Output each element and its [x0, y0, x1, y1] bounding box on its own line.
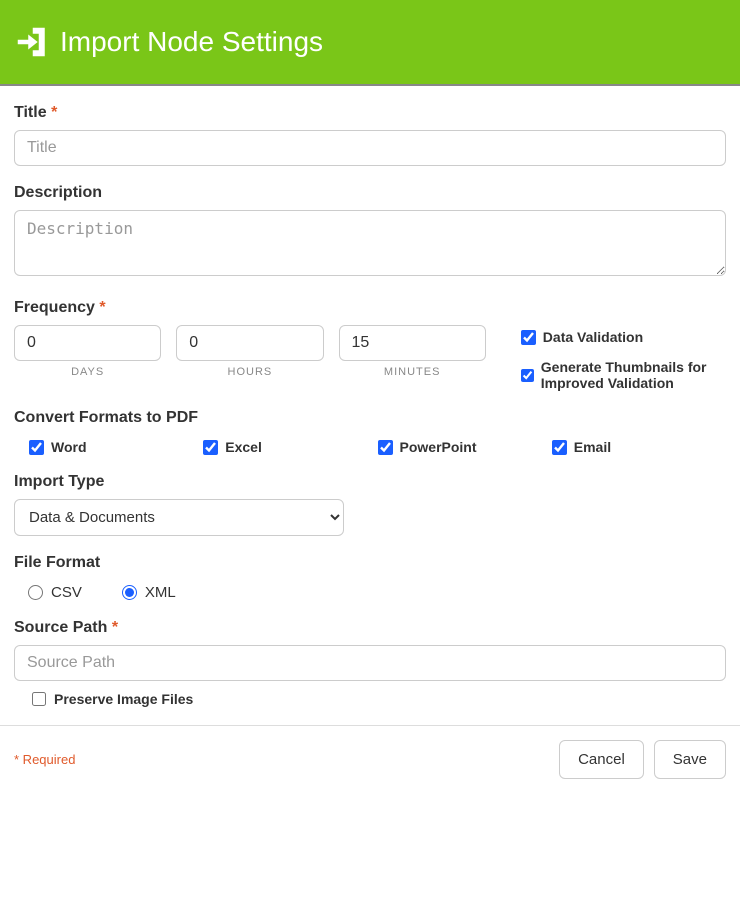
- title-label-text: Title: [14, 104, 47, 121]
- convert-email-checkbox[interactable]: [552, 440, 567, 455]
- title-input[interactable]: [14, 130, 726, 166]
- source-path-label: Source Path *: [14, 619, 726, 637]
- frequency-days-group: DAYS: [14, 325, 161, 378]
- file-format-csv-label: CSV: [51, 584, 82, 601]
- import-type-label: Import Type: [14, 473, 726, 491]
- generate-thumbnails-row: Generate Thumbnails for Improved Validat…: [521, 359, 726, 391]
- convert-excel-label: Excel: [225, 439, 262, 455]
- save-button[interactable]: Save: [654, 740, 726, 779]
- required-note: * Required: [14, 752, 75, 767]
- convert-powerpoint-item: PowerPoint: [378, 439, 552, 455]
- convert-excel-item: Excel: [203, 439, 377, 455]
- convert-label: Convert Formats to PDF: [14, 409, 726, 427]
- description-field: Description: [14, 184, 726, 281]
- frequency-minutes-unit: MINUTES: [384, 366, 441, 378]
- preserve-row: Preserve Image Files: [14, 691, 726, 707]
- required-note-text: Required: [19, 752, 75, 767]
- frequency-label: Frequency *: [14, 299, 726, 317]
- file-format-csv-item: CSV: [28, 584, 82, 601]
- frequency-days-input[interactable]: [14, 325, 161, 361]
- form-body: Title * Description Frequency * DAYS HOU…: [0, 86, 740, 707]
- convert-word-checkbox[interactable]: [29, 440, 44, 455]
- frequency-hours-unit: HOURS: [228, 366, 273, 378]
- data-validation-row: Data Validation: [521, 329, 726, 345]
- convert-row: Word Excel PowerPoint Email: [14, 435, 726, 455]
- preserve-checkbox[interactable]: [32, 692, 46, 706]
- convert-field: Convert Formats to PDF Word Excel PowerP…: [14, 409, 726, 455]
- source-path-label-text: Source Path: [14, 619, 107, 636]
- convert-word-item: Word: [29, 439, 203, 455]
- description-label: Description: [14, 184, 726, 202]
- frequency-minutes-group: MINUTES: [339, 325, 486, 378]
- source-path-input[interactable]: [14, 645, 726, 681]
- dialog-footer: * Required Cancel Save: [0, 725, 740, 793]
- frequency-label-text: Frequency: [14, 299, 95, 316]
- import-icon: [14, 24, 50, 60]
- convert-word-label: Word: [51, 439, 87, 455]
- file-format-csv-radio[interactable]: [28, 585, 43, 600]
- generate-thumbnails-checkbox[interactable]: [521, 368, 534, 383]
- required-mark: *: [112, 619, 118, 636]
- convert-powerpoint-label: PowerPoint: [400, 439, 477, 455]
- convert-email-item: Email: [552, 439, 726, 455]
- data-validation-checkbox[interactable]: [521, 330, 536, 345]
- file-format-field: File Format CSV XML: [14, 554, 726, 601]
- import-type-select[interactable]: Data & Documents: [14, 499, 344, 536]
- description-input[interactable]: [14, 210, 726, 276]
- convert-excel-checkbox[interactable]: [203, 440, 218, 455]
- import-type-field: Import Type Data & Documents: [14, 473, 726, 536]
- frequency-hours-input[interactable]: [176, 325, 323, 361]
- file-format-label: File Format: [14, 554, 726, 572]
- required-mark: *: [99, 299, 105, 316]
- dialog-header: Import Node Settings: [0, 0, 740, 86]
- frequency-checks: Data Validation Generate Thumbnails for …: [521, 325, 726, 391]
- frequency-field: Frequency * DAYS HOURS MINUTES Data Vali…: [14, 299, 726, 391]
- dialog-title: Import Node Settings: [60, 26, 323, 58]
- frequency-row: DAYS HOURS MINUTES Data Validation Gener…: [14, 325, 726, 391]
- cancel-button[interactable]: Cancel: [559, 740, 644, 779]
- data-validation-label: Data Validation: [543, 329, 643, 345]
- title-label: Title *: [14, 104, 726, 122]
- preserve-label: Preserve Image Files: [54, 691, 193, 707]
- title-field: Title *: [14, 104, 726, 166]
- frequency-days-unit: DAYS: [71, 366, 104, 378]
- frequency-minutes-input[interactable]: [339, 325, 486, 361]
- source-path-field: Source Path * Preserve Image Files: [14, 619, 726, 707]
- convert-email-label: Email: [574, 439, 611, 455]
- file-format-row: CSV XML: [14, 580, 726, 601]
- required-mark: *: [51, 104, 57, 121]
- generate-thumbnails-label: Generate Thumbnails for Improved Validat…: [541, 359, 726, 391]
- file-format-xml-item: XML: [122, 584, 176, 601]
- file-format-xml-label: XML: [145, 584, 176, 601]
- file-format-xml-radio[interactable]: [122, 585, 137, 600]
- convert-powerpoint-checkbox[interactable]: [378, 440, 393, 455]
- frequency-hours-group: HOURS: [176, 325, 323, 378]
